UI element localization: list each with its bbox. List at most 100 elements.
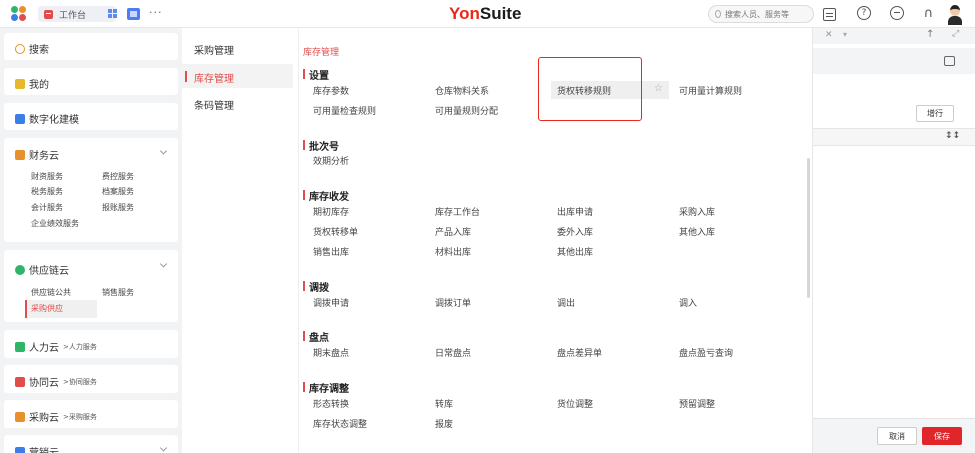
menu-link[interactable]: 其他出库	[557, 245, 593, 258]
document-icon[interactable]	[127, 8, 140, 20]
menu-link[interactable]: 报废	[435, 417, 453, 430]
finance-header[interactable]: 财务云	[15, 147, 59, 162]
app-logo-icon[interactable]	[11, 6, 27, 22]
menu-link[interactable]: 期初库存	[313, 205, 349, 218]
help-icon[interactable]: ?	[857, 6, 871, 20]
background-tab-bar: ✕ ▾ ↑ ⤢	[813, 28, 975, 44]
chevron-down-icon[interactable]	[159, 444, 168, 452]
menu-link[interactable]: 采购入库	[679, 205, 715, 218]
message-icon[interactable]	[890, 6, 904, 20]
finance-item[interactable]: 会计服务	[31, 202, 63, 213]
menu-link[interactable]: 盘点差异单	[557, 346, 602, 359]
menu-link[interactable]: 调拨申请	[313, 296, 349, 309]
headset-icon[interactable]: ∩	[921, 6, 936, 21]
finance-icon	[15, 149, 25, 160]
scrollbar[interactable]	[807, 158, 810, 298]
menu-link[interactable]: 形态转换	[313, 397, 349, 410]
tab-workbench[interactable]: 工作台	[38, 6, 116, 22]
menu-link[interactable]: 期末盘点	[313, 346, 349, 359]
global-search-input[interactable]	[725, 9, 813, 19]
image-icon[interactable]	[944, 56, 955, 66]
supply-item-active[interactable]: 采购供应	[25, 300, 97, 318]
supply-item[interactable]: 销售服务	[102, 287, 134, 298]
submenu-item-purchase[interactable]: 采购管理	[194, 42, 234, 57]
add-row-button[interactable]: 增行	[916, 105, 954, 122]
menu-link[interactable]: 可用量规则分配	[435, 104, 498, 117]
star-icon[interactable]: ☆	[654, 83, 663, 94]
menu-link[interactable]: 仓库物料关系	[435, 84, 489, 97]
menu-link[interactable]: 效期分析	[313, 154, 349, 167]
menu-link[interactable]: 可用量计算规则	[679, 84, 742, 97]
menu-link[interactable]: 可用量检查规则	[313, 104, 376, 117]
marketing-icon	[15, 446, 25, 453]
menu-link[interactable]: 调出	[557, 296, 575, 309]
menu-link[interactable]: 库存参数	[313, 84, 349, 97]
chevron-down-icon[interactable]: ▾	[843, 30, 847, 39]
supply-label: 供应链云	[29, 266, 69, 277]
chevron-down-icon[interactable]	[159, 260, 168, 268]
menu-link[interactable]: 委外入库	[557, 225, 593, 238]
finance-item[interactable]: 企业绩效服务	[31, 218, 79, 229]
purchase-sub: >采购服务	[63, 412, 97, 421]
sidebar-digital-label: 数字化建模	[29, 115, 79, 126]
menu-link[interactable]: 库存状态调整	[313, 417, 367, 430]
hr-sub: >人力服务	[63, 342, 97, 351]
sidebar-item-mine[interactable]: 我的	[4, 68, 178, 95]
hr-label: 人力云	[29, 343, 59, 354]
more-icon[interactable]: ···	[149, 6, 163, 19]
menu-link[interactable]: 转库	[435, 397, 453, 410]
grid-icon[interactable]	[108, 8, 121, 20]
menu-link[interactable]: 销售出库	[313, 245, 349, 258]
main-panel: 库存管理 ☆ 设置 库存参数 仓库物料关系 货权转移规则 可用量计算规则 可用量…	[300, 28, 812, 453]
menu-link[interactable]: 其他入库	[679, 225, 715, 238]
menu-link[interactable]: 盘点盈亏查询	[679, 346, 733, 359]
upload-icon[interactable]: ↑	[926, 29, 934, 40]
column-settings-icon[interactable]: ↕↕	[945, 131, 960, 141]
star-icon	[15, 78, 25, 89]
section-title: 调拨	[303, 279, 329, 294]
avatar[interactable]	[945, 3, 965, 25]
form-footer: 取消 保存	[813, 418, 975, 453]
menu-link[interactable]: 日常盘点	[435, 346, 471, 359]
menu-link[interactable]: 出库申请	[557, 205, 593, 218]
sidebar-item-purchase[interactable]: 采购云 >采购服务	[4, 400, 178, 428]
highlight-frame	[538, 57, 642, 121]
global-search[interactable]	[708, 5, 814, 23]
submenu-item-barcode[interactable]: 条码管理	[194, 97, 234, 112]
close-icon[interactable]: ✕	[825, 30, 833, 40]
chevron-down-icon[interactable]	[159, 147, 168, 155]
table-header: ↕↕	[813, 128, 975, 146]
menu-link[interactable]: 预留调整	[679, 397, 715, 410]
collab-sub-text: 协同服务	[68, 377, 97, 386]
supply-item[interactable]: 供应链公共	[31, 287, 71, 298]
purchase-label: 采购云	[29, 413, 59, 424]
menu-link[interactable]: 产品入库	[435, 225, 471, 238]
calendar-icon[interactable]	[823, 8, 836, 21]
purchase-sub-text: 采购服务	[68, 412, 97, 421]
submenu-item-inventory-label: 库存管理	[194, 74, 234, 85]
sidebar-search[interactable]: 搜索	[4, 33, 178, 60]
finance-item[interactable]: 税务服务	[31, 186, 63, 197]
page-title: 库存管理	[303, 48, 340, 58]
menu-link[interactable]: 货权转移单	[313, 225, 358, 238]
menu-link[interactable]: 调入	[679, 296, 697, 309]
expand-icon[interactable]: ⤢	[952, 29, 959, 39]
finance-item[interactable]: 报账服务	[102, 202, 134, 213]
finance-item[interactable]: 档案服务	[102, 186, 134, 197]
menu-link[interactable]: 货位调整	[557, 397, 593, 410]
hr-sub-text: 人力服务	[68, 342, 97, 351]
menu-link[interactable]: 调拨订单	[435, 296, 471, 309]
submenu-item-inventory[interactable]: 库存管理	[182, 64, 293, 88]
background-toolbar	[813, 48, 975, 74]
supply-header[interactable]: 供应链云	[15, 262, 69, 277]
finance-item[interactable]: 财资服务	[31, 171, 63, 182]
sidebar-item-hr[interactable]: 人力云 >人力服务	[4, 330, 178, 358]
finance-item[interactable]: 费控服务	[102, 171, 134, 182]
menu-link[interactable]: 材料出库	[435, 245, 471, 258]
sidebar-group-marketing[interactable]: 营销云	[4, 435, 178, 453]
cancel-button[interactable]: 取消	[877, 427, 917, 445]
sidebar-item-collab[interactable]: 协同云 >协同服务	[4, 365, 178, 393]
menu-link[interactable]: 库存工作台	[435, 205, 480, 218]
sidebar-item-digital[interactable]: 数字化建模	[4, 103, 178, 130]
save-button[interactable]: 保存	[922, 427, 962, 445]
